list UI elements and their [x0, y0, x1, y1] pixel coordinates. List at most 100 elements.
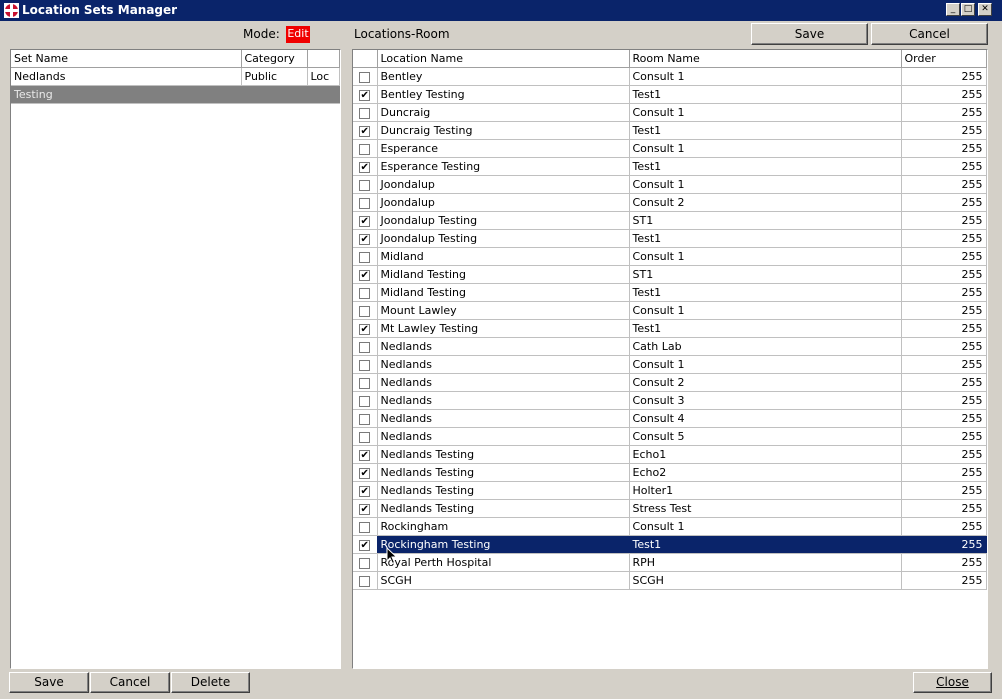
- row-checkbox-cell[interactable]: [353, 193, 378, 212]
- unchecked-checkbox-icon[interactable]: [359, 197, 371, 209]
- room-name-cell[interactable]: Consult 1: [629, 175, 902, 194]
- order-cell[interactable]: 255: [901, 283, 987, 302]
- order-cell[interactable]: 255: [901, 499, 987, 518]
- set-extra-cell[interactable]: Loc: [307, 67, 340, 86]
- location-row[interactable]: Midland Testing Test1 255: [353, 283, 987, 302]
- location-row[interactable]: Nedlands Consult 2 255: [353, 373, 987, 392]
- location-row[interactable]: Joondalup Consult 2 255: [353, 193, 987, 212]
- room-name-cell[interactable]: SCGH: [629, 571, 902, 590]
- order-cell[interactable]: 255: [901, 193, 987, 212]
- checked-checkbox-icon[interactable]: ✔: [359, 467, 371, 479]
- checked-checkbox-icon[interactable]: ✔: [359, 269, 371, 281]
- room-name-cell[interactable]: Consult 1: [629, 139, 902, 158]
- order-cell[interactable]: 255: [901, 373, 987, 392]
- checked-checkbox-icon[interactable]: ✔: [359, 485, 371, 497]
- location-name-cell[interactable]: Bentley Testing: [377, 85, 630, 104]
- row-checkbox-cell[interactable]: ✔: [353, 85, 378, 104]
- location-row[interactable]: Joondalup Consult 1 255: [353, 175, 987, 194]
- order-cell[interactable]: 255: [901, 301, 987, 320]
- unchecked-checkbox-icon[interactable]: [359, 377, 371, 389]
- checked-checkbox-icon[interactable]: ✔: [359, 215, 371, 227]
- location-row[interactable]: ✔ Midland Testing ST1 255: [353, 265, 987, 284]
- location-name-cell[interactable]: Nedlands: [377, 373, 630, 392]
- row-checkbox-cell[interactable]: [353, 139, 378, 158]
- checked-checkbox-icon[interactable]: ✔: [359, 503, 371, 515]
- location-row[interactable]: ✔ Bentley Testing Test1 255: [353, 85, 987, 104]
- row-checkbox-cell[interactable]: [353, 373, 378, 392]
- category-header[interactable]: Category: [241, 50, 308, 68]
- order-cell[interactable]: 255: [901, 211, 987, 230]
- unchecked-checkbox-icon[interactable]: [359, 413, 371, 425]
- row-checkbox-cell[interactable]: [353, 409, 378, 428]
- delete-button[interactable]: Delete: [171, 672, 250, 693]
- location-row[interactable]: ✔ Nedlands Testing Holter1 255: [353, 481, 987, 500]
- location-name-cell[interactable]: Nedlands Testing: [377, 499, 630, 518]
- top-save-button[interactable]: Save: [751, 23, 868, 45]
- row-checkbox-cell[interactable]: ✔: [353, 535, 378, 554]
- close-window-button[interactable]: ✕: [978, 3, 992, 16]
- location-row[interactable]: Nedlands Cath Lab 255: [353, 337, 987, 356]
- room-name-cell[interactable]: Stress Test: [629, 499, 902, 518]
- order-cell[interactable]: 255: [901, 445, 987, 464]
- top-cancel-button[interactable]: Cancel: [871, 23, 988, 45]
- location-name-cell[interactable]: Joondalup Testing: [377, 211, 630, 230]
- location-row[interactable]: ✔ Esperance Testing Test1 255: [353, 157, 987, 176]
- order-cell[interactable]: 255: [901, 67, 987, 86]
- order-cell[interactable]: 255: [901, 391, 987, 410]
- checked-checkbox-icon[interactable]: ✔: [359, 161, 371, 173]
- bottom-cancel-button[interactable]: Cancel: [90, 672, 170, 693]
- row-checkbox-cell[interactable]: [353, 67, 378, 86]
- order-cell[interactable]: 255: [901, 355, 987, 374]
- row-checkbox-cell[interactable]: ✔: [353, 157, 378, 176]
- room-name-cell[interactable]: ST1: [629, 211, 902, 230]
- room-name-cell[interactable]: Consult 1: [629, 355, 902, 374]
- row-checkbox-cell[interactable]: [353, 103, 378, 122]
- order-cell[interactable]: 255: [901, 463, 987, 482]
- row-checkbox-cell[interactable]: [353, 283, 378, 302]
- bottom-save-button[interactable]: Save: [9, 672, 89, 693]
- set-category-cell[interactable]: Public: [241, 67, 308, 86]
- location-name-cell[interactable]: Duncraig Testing: [377, 121, 630, 140]
- checked-checkbox-icon[interactable]: ✔: [359, 89, 371, 101]
- location-row[interactable]: Royal Perth Hospital RPH 255: [353, 553, 987, 572]
- checked-checkbox-icon[interactable]: ✔: [359, 125, 371, 137]
- room-name-cell[interactable]: Test1: [629, 319, 902, 338]
- row-checkbox-cell[interactable]: ✔: [353, 445, 378, 464]
- row-checkbox-cell[interactable]: [353, 355, 378, 374]
- room-name-header[interactable]: Room Name: [629, 50, 902, 68]
- order-cell[interactable]: 255: [901, 517, 987, 536]
- minimize-button[interactable]: _: [946, 3, 960, 16]
- order-cell[interactable]: 255: [901, 229, 987, 248]
- location-name-cell[interactable]: Rockingham: [377, 517, 630, 536]
- set-row[interactable]: Testing: [11, 85, 340, 104]
- order-cell[interactable]: 255: [901, 571, 987, 590]
- order-cell[interactable]: 255: [901, 121, 987, 140]
- order-cell[interactable]: 255: [901, 247, 987, 266]
- location-row[interactable]: Nedlands Consult 5 255: [353, 427, 987, 446]
- location-name-cell[interactable]: Nedlands: [377, 337, 630, 356]
- row-checkbox-cell[interactable]: [353, 571, 378, 590]
- set-name-cell[interactable]: Testing: [11, 85, 340, 104]
- set-row[interactable]: Nedlands Public Loc: [11, 67, 340, 86]
- order-cell[interactable]: 255: [901, 535, 987, 554]
- location-name-header[interactable]: Location Name: [377, 50, 630, 68]
- location-name-cell[interactable]: Duncraig: [377, 103, 630, 122]
- room-name-cell[interactable]: Test1: [629, 283, 902, 302]
- location-name-cell[interactable]: Esperance: [377, 139, 630, 158]
- unchecked-checkbox-icon[interactable]: [359, 341, 371, 353]
- order-cell[interactable]: 255: [901, 157, 987, 176]
- location-row[interactable]: Duncraig Consult 1 255: [353, 103, 987, 122]
- row-checkbox-cell[interactable]: [353, 553, 378, 572]
- location-row[interactable]: Midland Consult 1 255: [353, 247, 987, 266]
- checked-checkbox-icon[interactable]: ✔: [359, 449, 371, 461]
- room-name-cell[interactable]: Consult 3: [629, 391, 902, 410]
- unchecked-checkbox-icon[interactable]: [359, 71, 371, 83]
- location-name-cell[interactable]: Joondalup: [377, 175, 630, 194]
- location-name-cell[interactable]: Royal Perth Hospital: [377, 553, 630, 572]
- location-name-cell[interactable]: Rockingham Testing: [377, 535, 630, 554]
- row-checkbox-cell[interactable]: [353, 517, 378, 536]
- location-row[interactable]: Esperance Consult 1 255: [353, 139, 987, 158]
- location-name-cell[interactable]: Nedlands: [377, 427, 630, 446]
- location-row[interactable]: Mount Lawley Consult 1 255: [353, 301, 987, 320]
- location-name-cell[interactable]: Midland: [377, 247, 630, 266]
